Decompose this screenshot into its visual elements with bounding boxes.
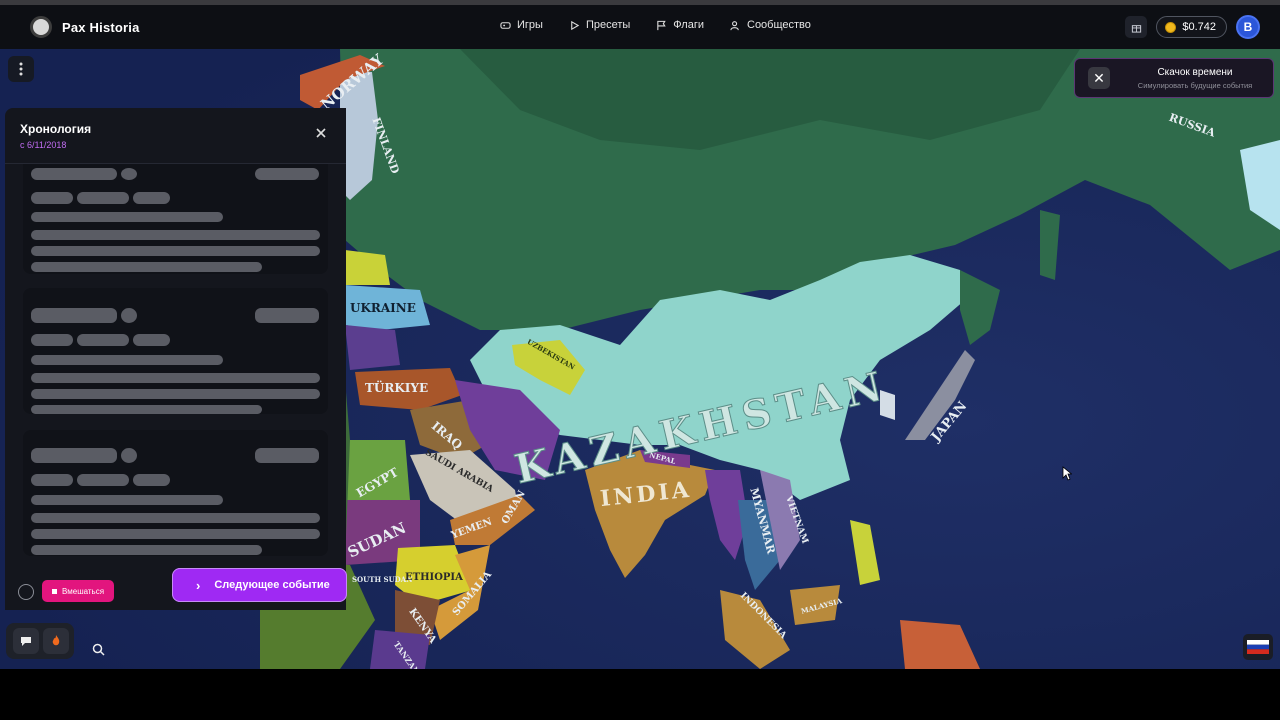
skeleton-line xyxy=(31,529,320,539)
chat-bubble-icon xyxy=(21,637,31,646)
timeline-event-list xyxy=(5,164,346,564)
intervene-button[interactable]: Вмешаться xyxy=(42,580,115,602)
skeleton-line xyxy=(31,448,117,463)
bottom-letterbox xyxy=(0,669,1280,720)
skeleton-tag xyxy=(77,192,129,204)
label-south-sudan: SOUTH SUDAN xyxy=(352,575,413,584)
belarus-region xyxy=(345,250,390,285)
skeleton-line xyxy=(31,405,262,414)
skeleton-line xyxy=(31,389,320,399)
skeleton-line xyxy=(31,212,223,222)
avatar-initial: B xyxy=(1243,20,1253,34)
language-flag-button[interactable] xyxy=(1243,634,1273,660)
nav-links: Игры Пресеты Флаги Сообщество xyxy=(500,19,811,31)
stop-square-icon xyxy=(52,588,57,594)
events-button[interactable] xyxy=(43,628,69,654)
toast-subtitle: Симулировать будущие события xyxy=(1137,81,1253,90)
event-card-skeleton xyxy=(23,288,328,414)
skeleton-dot xyxy=(121,308,137,323)
nav-games-label: Игры xyxy=(517,19,543,31)
play-icon xyxy=(571,20,580,30)
skeleton-line xyxy=(31,373,320,383)
skeleton-line xyxy=(255,168,319,180)
timeline-panel: Хронология с 6/11/2018 Вмешаться xyxy=(5,108,346,610)
skeleton-line xyxy=(31,168,117,180)
search-icon xyxy=(92,643,105,656)
coin-icon xyxy=(1165,21,1177,33)
bottom-tools xyxy=(6,623,74,659)
nav-community[interactable]: Сообщество xyxy=(730,19,811,31)
menu-button[interactable] xyxy=(8,56,34,82)
skeleton-tag xyxy=(133,192,170,204)
event-card-skeleton xyxy=(23,430,328,556)
user-avatar[interactable]: B xyxy=(1236,15,1260,39)
label-ethiopia: ETHIOPIA xyxy=(405,572,463,583)
time-jump-toast[interactable]: ✕ Скачок времени Симулировать будущие со… xyxy=(1074,58,1274,98)
skeleton-tag xyxy=(31,474,73,486)
skeleton-line xyxy=(31,513,320,523)
close-icon[interactable]: ✕ xyxy=(1088,67,1110,89)
chat-button[interactable] xyxy=(13,628,39,654)
globe-logo-icon xyxy=(30,16,52,38)
brand[interactable]: Pax Historia xyxy=(30,16,140,38)
brand-name: Pax Historia xyxy=(62,19,140,35)
settings-icon[interactable] xyxy=(18,584,34,600)
skeleton-tag xyxy=(31,334,73,346)
timeline-start-date: с 6/11/2018 xyxy=(20,140,67,150)
skeleton-line xyxy=(31,308,117,323)
gamepad-icon xyxy=(500,21,511,29)
timeline-title: Хронология xyxy=(20,122,92,136)
nav-community-label: Сообщество xyxy=(747,19,811,31)
label-turkiye: TÜRKIYE xyxy=(365,379,428,395)
search-button[interactable] xyxy=(86,637,110,661)
next-event-label: Следующее событие xyxy=(214,579,330,591)
flame-icon xyxy=(52,635,60,646)
top-navbar: Pax Historia Игры Пресеты Флаги Сообщест… xyxy=(0,5,1280,49)
toast-title: Скачок времени xyxy=(1157,67,1233,78)
chevron-right-icon: › xyxy=(196,577,201,593)
gift-icon xyxy=(1131,24,1141,33)
users-icon xyxy=(730,20,739,30)
nav-presets-label: Пресеты xyxy=(585,19,631,31)
skeleton-line xyxy=(255,308,319,323)
skeleton-line xyxy=(31,230,320,240)
balkans-region xyxy=(345,325,400,370)
event-card-skeleton xyxy=(23,164,328,274)
skeleton-tag xyxy=(133,334,170,346)
kebab-menu-icon xyxy=(19,62,23,76)
skeleton-line xyxy=(31,246,320,256)
mouse-cursor-icon xyxy=(1062,466,1072,481)
skeleton-line xyxy=(31,495,223,505)
skeleton-line xyxy=(255,448,319,463)
close-icon[interactable] xyxy=(314,126,328,140)
nav-flags[interactable]: Флаги xyxy=(656,19,704,31)
skeleton-dot xyxy=(121,448,137,463)
account-area: $0.742 B xyxy=(1125,15,1260,39)
nav-presets[interactable]: Пресеты xyxy=(569,19,630,31)
skeleton-tag xyxy=(77,474,129,486)
skeleton-tag xyxy=(133,474,170,486)
skeleton-line xyxy=(31,545,262,555)
balance-value: $0.742 xyxy=(1182,21,1216,33)
skeleton-dot xyxy=(121,168,137,180)
skeleton-tag xyxy=(77,334,129,346)
flag-icon xyxy=(657,20,666,30)
nav-flags-label: Флаги xyxy=(673,19,704,31)
skeleton-tag xyxy=(31,192,73,204)
skeleton-line xyxy=(31,355,223,365)
timeline-header: Хронология с 6/11/2018 xyxy=(5,108,346,164)
intervene-label: Вмешаться xyxy=(62,586,105,596)
balance-pill[interactable]: $0.742 xyxy=(1156,16,1227,38)
next-event-button[interactable]: › Следующее событие xyxy=(172,568,347,602)
label-ukraine: UKRAINE xyxy=(350,301,416,315)
nav-games[interactable]: Игры xyxy=(500,19,543,31)
skeleton-line xyxy=(31,262,262,272)
gift-button[interactable] xyxy=(1125,16,1148,38)
russia-flag-icon xyxy=(1247,640,1269,654)
